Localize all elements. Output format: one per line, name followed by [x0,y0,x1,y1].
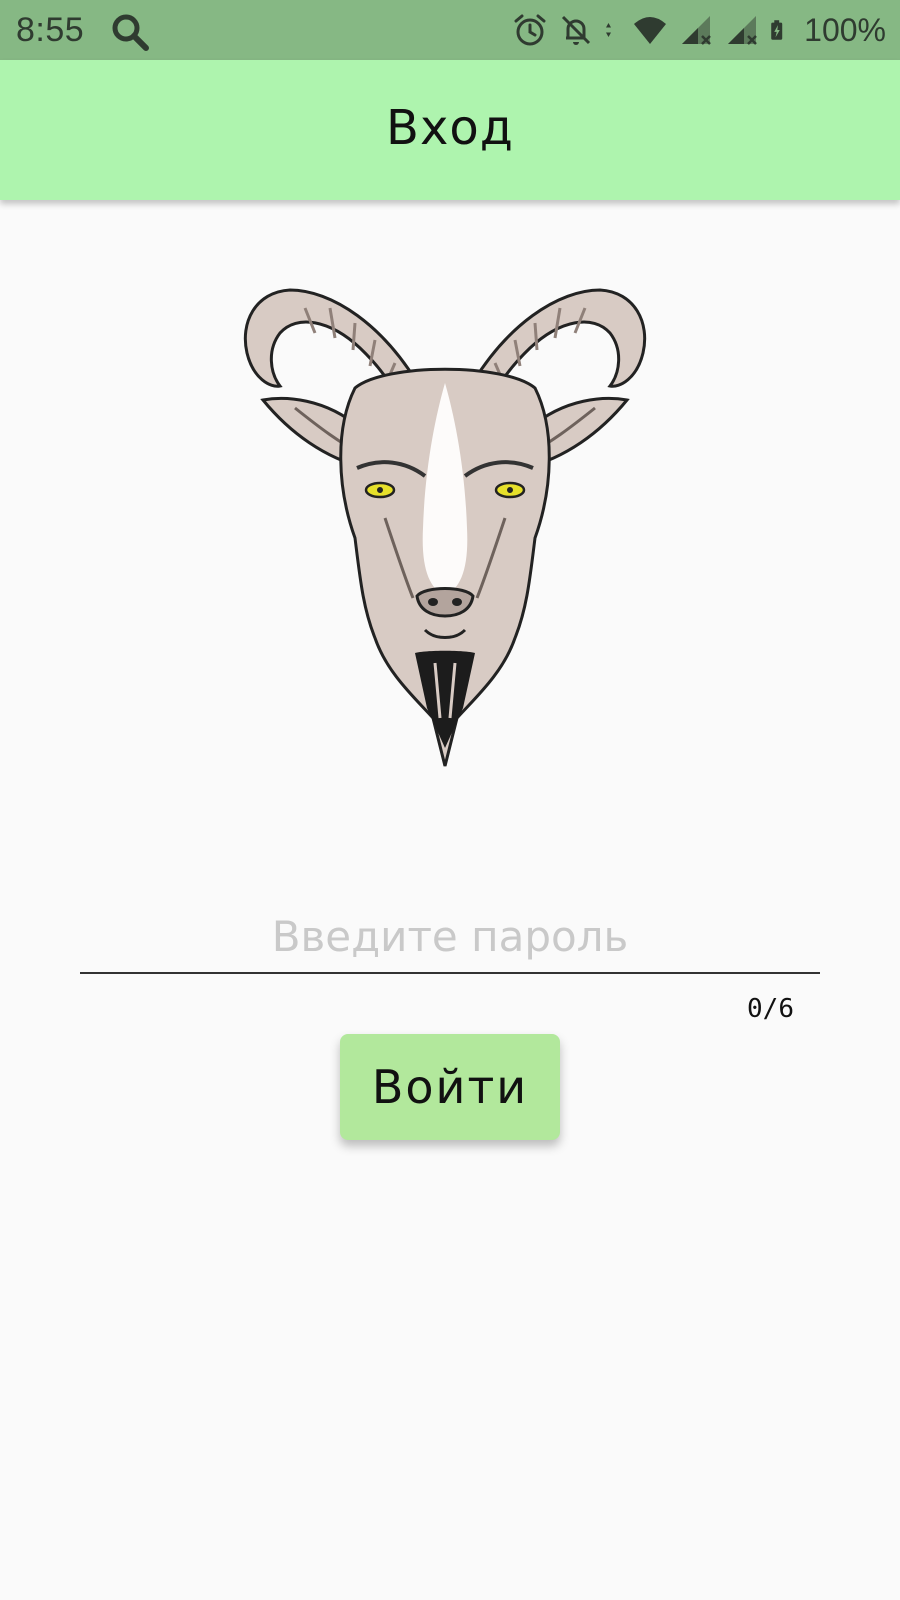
battery-percent: 100% [804,12,886,48]
signal-icon [682,16,712,45]
status-icons: 100% [512,8,886,52]
wifi-icon [634,17,667,44]
status-bar: 8:55 100% [0,0,900,60]
data-transfer-icon [606,23,612,37]
login-button[interactable]: Войти [340,1034,560,1140]
goat-head-icon [243,288,647,767]
alarm-icon [514,14,546,46]
battery-charging-icon [771,20,783,40]
page-title: Вход [386,100,514,156]
notifications-off-icon [562,15,591,45]
search-icon [112,14,149,51]
password-input[interactable] [80,900,820,974]
signal-icon [728,16,758,45]
status-time: 8:55 [16,11,85,49]
password-char-counter: 0/6 [747,994,794,1024]
app-bar: Вход [0,60,900,200]
